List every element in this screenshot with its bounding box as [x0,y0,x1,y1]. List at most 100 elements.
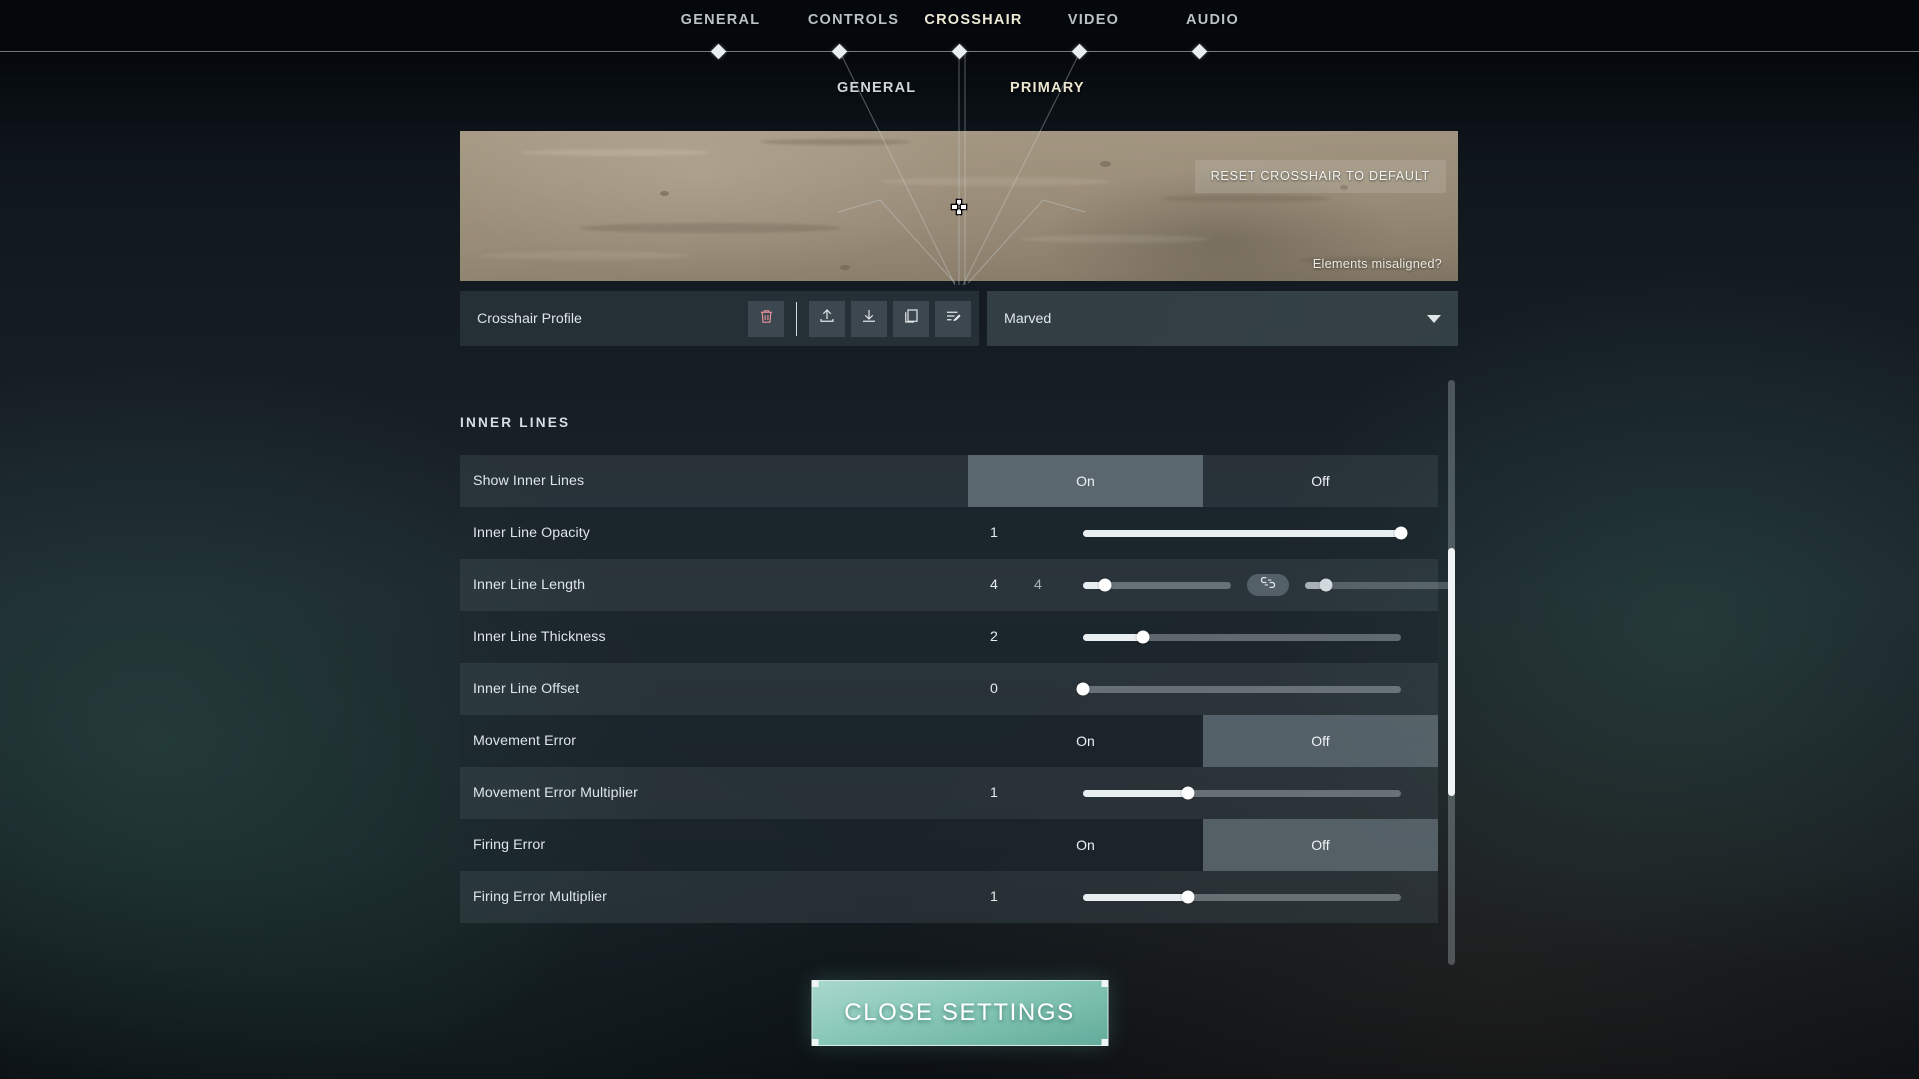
slider-track[interactable] [1083,890,1401,904]
toggle-group: On Off [968,819,1438,871]
reset-crosshair-button[interactable]: RESET CROSSHAIR TO DEFAULT [1194,160,1446,193]
profile-label-area: Crosshair Profile [460,291,979,346]
toggle-group: On Off [968,455,1438,507]
slider-knob[interactable] [1181,786,1195,800]
settings-row: Firing Error On Off [460,819,1438,871]
crosshair-preview: RESET CROSSHAIR TO DEFAULT Elements misa… [460,131,1458,281]
settings-scrollbar[interactable] [1448,380,1455,965]
settings-row: Inner Line Length 4 4 [460,559,1453,611]
rename-profile-button[interactable] [935,300,971,337]
slider-value: 1 [990,889,998,905]
tab-audio[interactable]: AUDIO [1154,12,1272,28]
settings-row: Movement Error On Off [460,715,1438,767]
toggle-option-off[interactable]: Off [1203,455,1438,507]
export-profile-button[interactable] [851,300,887,337]
slider-knob[interactable] [1181,890,1195,904]
link-chain-icon [1258,576,1278,594]
slider-knob[interactable] [1076,682,1090,696]
row-label: Inner Line Offset [473,681,580,697]
slider-primary[interactable] [1083,578,1231,592]
scrollbar-thumb[interactable] [1448,548,1455,796]
slider-track[interactable] [1076,682,1401,696]
row-control: 2 [968,611,1438,663]
chevron-down-icon [1427,314,1441,323]
section-title-inner-lines: INNER LINES [460,415,571,430]
import-profile-button[interactable] [809,300,845,337]
toggle-option-off[interactable]: Off [1203,715,1438,767]
slider-knob[interactable] [1136,630,1150,644]
nav-marker-general [710,43,727,60]
settings-row: Firing Error Multiplier 1 [460,871,1438,923]
subtab-primary[interactable]: PRIMARY [1010,80,1085,96]
upload-icon [818,307,836,330]
crosshair-profile-bar: Crosshair Profile Marved [460,291,1458,346]
slider-value: 0 [990,681,998,697]
link-chain-icon-button[interactable] [1247,574,1289,596]
slider-fill [1083,529,1401,537]
settings-row: Show Inner Lines On Off [460,455,1438,507]
row-label: Firing Error [473,837,546,853]
tab-controls[interactable]: CONTROLS [794,12,914,28]
slider-knob[interactable] [1394,526,1408,540]
toggle-option-off[interactable]: Off [1203,819,1438,871]
download-icon [860,307,878,330]
row-control: On Off [968,819,1438,871]
slider-fill [1083,633,1144,641]
toggle-option-on[interactable]: On [968,715,1203,767]
tool-separator [796,301,797,336]
slider-track[interactable] [1083,630,1401,644]
row-label: Show Inner Lines [473,473,585,489]
row-label: Movement Error Multiplier [473,785,638,801]
settings-screen: GENERAL CONTROLS CROSSHAIR VIDEO AUDIO G… [0,0,1919,1079]
slider-fill [1083,789,1188,797]
row-label: Inner Line Thickness [473,629,606,645]
row-control: On Off [968,455,1438,507]
slider-track[interactable] [1083,786,1401,800]
rename-icon [944,307,962,330]
settings-row-list: Show Inner Lines On Off Inner Line Opacity 1… [460,455,1453,923]
profile-tool-buttons [748,300,971,337]
row-label: Inner Line Length [473,577,586,593]
settings-row: Inner Line Thickness 2 [460,611,1438,663]
elements-misaligned-link[interactable]: Elements misaligned? [1313,256,1442,271]
row-control: On Off [968,715,1438,767]
slider-value: 1 [990,525,998,541]
subtab-general[interactable]: GENERAL [837,80,916,96]
slider-knob[interactable] [1098,578,1112,592]
nav-marker-controls [831,43,848,60]
corner-notch-top-left [811,980,818,987]
row-control: 44 [968,559,1453,611]
top-navigation: GENERAL CONTROLS CROSSHAIR VIDEO AUDIO [0,0,1919,60]
trash-icon [758,308,775,330]
profile-selected-value: Marved [1004,310,1052,327]
close-settings-area: CLOSE SETTINGS [811,980,1108,1046]
delete-profile-button[interactable] [748,300,784,337]
slider-value-secondary: 4 [1034,577,1042,593]
copy-icon [902,307,920,330]
slider-value: 2 [990,629,998,645]
row-control: 0 [968,663,1438,715]
toggle-option-on[interactable]: On [968,819,1203,871]
tab-general[interactable]: GENERAL [648,12,794,28]
slider-track[interactable] [1083,526,1408,540]
crosshair-profile-label: Crosshair Profile [477,310,582,327]
tab-video[interactable]: VIDEO [1034,12,1154,28]
slider-knob[interactable] [1319,578,1333,592]
slider-fill [1083,893,1188,901]
corner-notch-bottom-left [811,1039,818,1046]
duplicate-profile-button[interactable] [893,300,929,337]
settings-row: Inner Line Offset 0 [460,663,1438,715]
settings-row: Movement Error Multiplier 1 [460,767,1438,819]
close-settings-label: CLOSE SETTINGS [844,999,1075,1026]
close-settings-button[interactable]: CLOSE SETTINGS [811,980,1108,1046]
toggle-option-on[interactable]: On [968,455,1203,507]
corner-notch-top-right [1101,980,1108,987]
crosshair-profile-dropdown[interactable]: Marved [987,291,1458,346]
slider-secondary[interactable] [1305,578,1453,592]
nav-marker-crosshair [951,43,968,60]
row-label: Inner Line Opacity [473,525,590,541]
row-label: Firing Error Multiplier [473,889,607,905]
crosshair-cross-icon [952,200,966,214]
tab-crosshair[interactable]: CROSSHAIR [914,12,1034,28]
corner-notch-bottom-right [1101,1039,1108,1046]
